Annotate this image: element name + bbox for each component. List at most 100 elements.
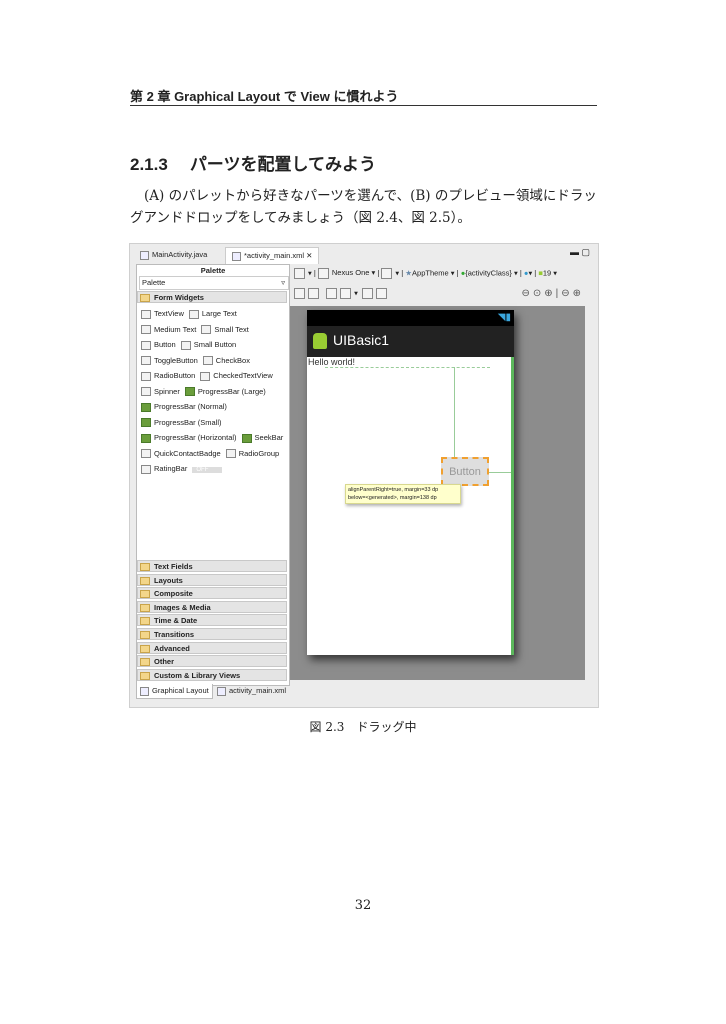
widget-icon: [200, 371, 211, 381]
config-icon[interactable]: [294, 268, 305, 279]
palette-widget[interactable]: Small Text: [201, 325, 249, 335]
action-bar: UIBasic1: [307, 326, 514, 357]
align-icon[interactable]: [376, 288, 388, 299]
zoom-out-icon[interactable]: ⊖: [521, 288, 532, 299]
palette-category[interactable]: Transitions: [137, 628, 287, 640]
palette-widget[interactable]: ProgressBar (Small): [141, 418, 222, 428]
layout-toolbar: ▾: [294, 288, 390, 299]
palette-widget[interactable]: RatingBar: [141, 464, 187, 474]
widget-icon: [141, 402, 151, 412]
widget-label: CheckBox: [215, 355, 250, 365]
category-label: Layouts: [154, 575, 183, 585]
widget-label: RadioGroup: [238, 448, 280, 458]
orientation-icon[interactable]: [381, 268, 393, 279]
tooltip-line: alignParentRight=true, margin=33 dp: [348, 487, 439, 493]
guide-line: [454, 367, 455, 467]
tab-graphical-layout[interactable]: Graphical Layout: [136, 684, 213, 699]
palette-widget[interactable]: ProgressBar (Large): [184, 386, 266, 397]
palette-widget[interactable]: QuickContactBadge: [141, 448, 221, 459]
zoom-fit-icon[interactable]: ⊙: [533, 288, 544, 299]
category-label: Form Widgets: [154, 293, 204, 302]
palette-widget[interactable]: RadioButton: [141, 371, 195, 381]
gravity-icon[interactable]: [340, 288, 352, 299]
palette-widget[interactable]: OFF: [192, 464, 223, 473]
palette-category[interactable]: Layouts: [137, 573, 287, 586]
widget-icon: [141, 418, 151, 428]
widget-label: ProgressBar (Horizontal): [154, 433, 237, 442]
widget-label: OFF: [192, 467, 223, 473]
widget-row: ProgressBar (Normal): [141, 400, 227, 413]
palette-widget[interactable]: Medium Text: [141, 325, 196, 335]
palette-category[interactable]: Time & Date: [137, 614, 287, 627]
hello-textview[interactable]: Hello world!: [308, 357, 355, 367]
palette-dropdown[interactable]: Palette ▿: [139, 276, 289, 290]
locale-globe-icon[interactable]: ●: [524, 268, 529, 277]
close-icon[interactable]: ✕: [306, 251, 312, 260]
widget-icon: [202, 356, 213, 366]
palette-widget[interactable]: Large Text: [188, 309, 237, 319]
widget-label: QuickContactBadge: [154, 448, 221, 458]
category-label: Other: [154, 657, 175, 667]
align-baseline-icon[interactable]: [362, 288, 374, 299]
zoom-out-icon[interactable]: ⊖: [561, 288, 572, 299]
widget-label: Button: [154, 340, 176, 349]
widget-icon: [141, 464, 151, 474]
category-label: Advanced: [154, 643, 190, 653]
device-select[interactable]: Nexus One ▾: [317, 268, 375, 279]
palette-widget[interactable]: Button: [141, 340, 176, 350]
palette-widget[interactable]: CheckedTextView: [200, 371, 273, 381]
app-title: UIBasic1: [333, 332, 390, 348]
zoom-in-icon[interactable]: ⊕: [573, 288, 584, 299]
palette-widget[interactable]: RadioGroup: [225, 448, 280, 459]
palette-category[interactable]: Advanced: [137, 641, 287, 654]
palette-widget[interactable]: Small Button: [180, 340, 236, 350]
tab-xml-source[interactable]: activity_main.xml: [214, 684, 289, 698]
widget-icon: [141, 340, 151, 350]
folder-icon: [140, 576, 150, 585]
palette-category[interactable]: Images & Media: [137, 600, 287, 613]
running-header: 第 2 章 Graphical Layout で View に慣れよう: [130, 89, 399, 104]
window-controls[interactable]: ▬ ▢: [570, 247, 590, 258]
palette-category[interactable]: Custom & Library Views: [137, 668, 287, 681]
palette-category[interactable]: Other: [137, 655, 287, 668]
device-screen: ◥▮ UIBasic1 Hello world! Button alignPar…: [307, 310, 514, 655]
widget-label: ProgressBar (Large): [197, 386, 266, 396]
parent-edge-highlight: [511, 357, 514, 655]
theme-select[interactable]: ★AppTheme ▾: [405, 268, 454, 277]
section-heading: 2.1.3 パーツを配置してみよう: [130, 150, 376, 175]
palette-widget[interactable]: Spinner: [141, 387, 180, 397]
widget-icon: [184, 387, 195, 397]
api-label: 19: [542, 268, 552, 278]
fill-height-icon[interactable]: [308, 288, 319, 299]
tab-activity-main-xml[interactable]: *activity_main.xml ✕: [225, 247, 320, 264]
margins-icon[interactable]: [326, 288, 338, 299]
preview-canvas[interactable]: ◥▮ UIBasic1 Hello world! Button alignPar…: [290, 306, 585, 680]
folder-icon: [140, 644, 150, 653]
palette-widget[interactable]: TextView: [141, 309, 184, 319]
fill-width-icon[interactable]: [294, 288, 305, 299]
palette-widget[interactable]: ProgressBar (Normal): [141, 402, 227, 412]
header-rule: [130, 105, 597, 106]
palette-widget[interactable]: SeekBar: [241, 433, 283, 443]
folder-icon: [140, 658, 150, 667]
tab-main-activity[interactable]: MainActivity.java: [134, 247, 213, 263]
dragged-button[interactable]: Button: [441, 457, 489, 486]
palette-category[interactable]: Composite: [137, 587, 287, 600]
palette-widget[interactable]: CheckBox: [202, 355, 250, 366]
zoom-actual-icon[interactable]: ⊕: [544, 288, 555, 299]
category-form-widgets[interactable]: Form Widgets: [137, 291, 287, 303]
widget-row: QuickContactBadge RadioGroup: [141, 447, 279, 460]
tooltip-line: below=<generated>, margin=138 dp: [348, 495, 437, 501]
page-number: 32: [354, 898, 372, 913]
palette-widget[interactable]: ProgressBar (Horizontal): [141, 433, 237, 443]
palette-widget[interactable]: ToggleButton: [141, 356, 198, 366]
layout-icon: [140, 686, 149, 696]
api-select[interactable]: ■19 ▾: [538, 268, 557, 277]
folder-icon: [140, 590, 150, 599]
widget-row: RadioButton CheckedTextView: [141, 369, 273, 382]
android-app-icon: [313, 333, 327, 349]
activity-select[interactable]: ●{activityClass} ▾: [461, 268, 518, 277]
status-bar: ◥▮: [307, 310, 514, 326]
zoom-controls[interactable]: ⊖⊙⊕|⊖⊕: [521, 288, 584, 299]
palette-category[interactable]: Text Fields: [137, 560, 287, 572]
